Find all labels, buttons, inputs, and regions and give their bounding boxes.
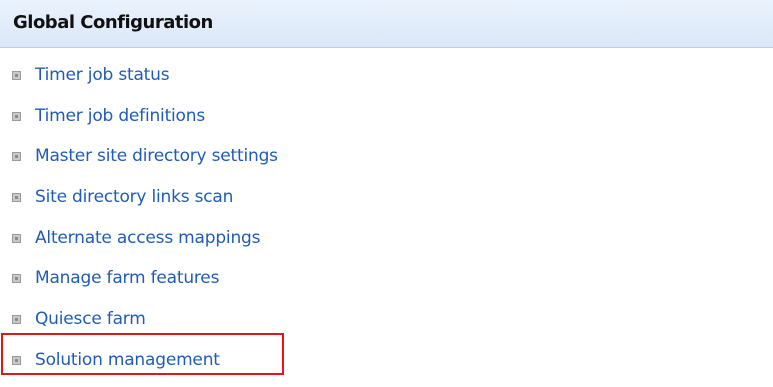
square-bullet-icon [12,315,21,325]
square-bullet-icon [12,193,21,203]
section-title: Global Configuration [13,12,213,33]
square-bullet-icon [12,355,21,365]
timer-job-status-link[interactable]: Timer job status [35,61,170,89]
solution-management-link[interactable]: Solution management [35,346,220,374]
alternate-access-mappings-link[interactable]: Alternate access mappings [35,224,260,252]
manage-farm-features-link[interactable]: Manage farm features [35,264,219,292]
section-header: Global Configuration [0,0,773,48]
site-directory-links-scan-link[interactable]: Site directory links scan [35,183,233,211]
global-configuration-panel: Global Configuration Timer job status Ti… [0,0,773,375]
timer-job-definitions-link[interactable]: Timer job definitions [35,102,205,130]
square-bullet-icon [12,71,21,80]
square-bullet-icon [12,274,21,284]
square-bullet-icon [12,233,21,243]
master-site-directory-settings-link[interactable]: Master site directory settings [35,142,278,170]
square-bullet-icon [12,111,21,121]
square-bullet-icon [12,152,21,162]
quiesce-farm-link[interactable]: Quiesce farm [35,305,146,333]
